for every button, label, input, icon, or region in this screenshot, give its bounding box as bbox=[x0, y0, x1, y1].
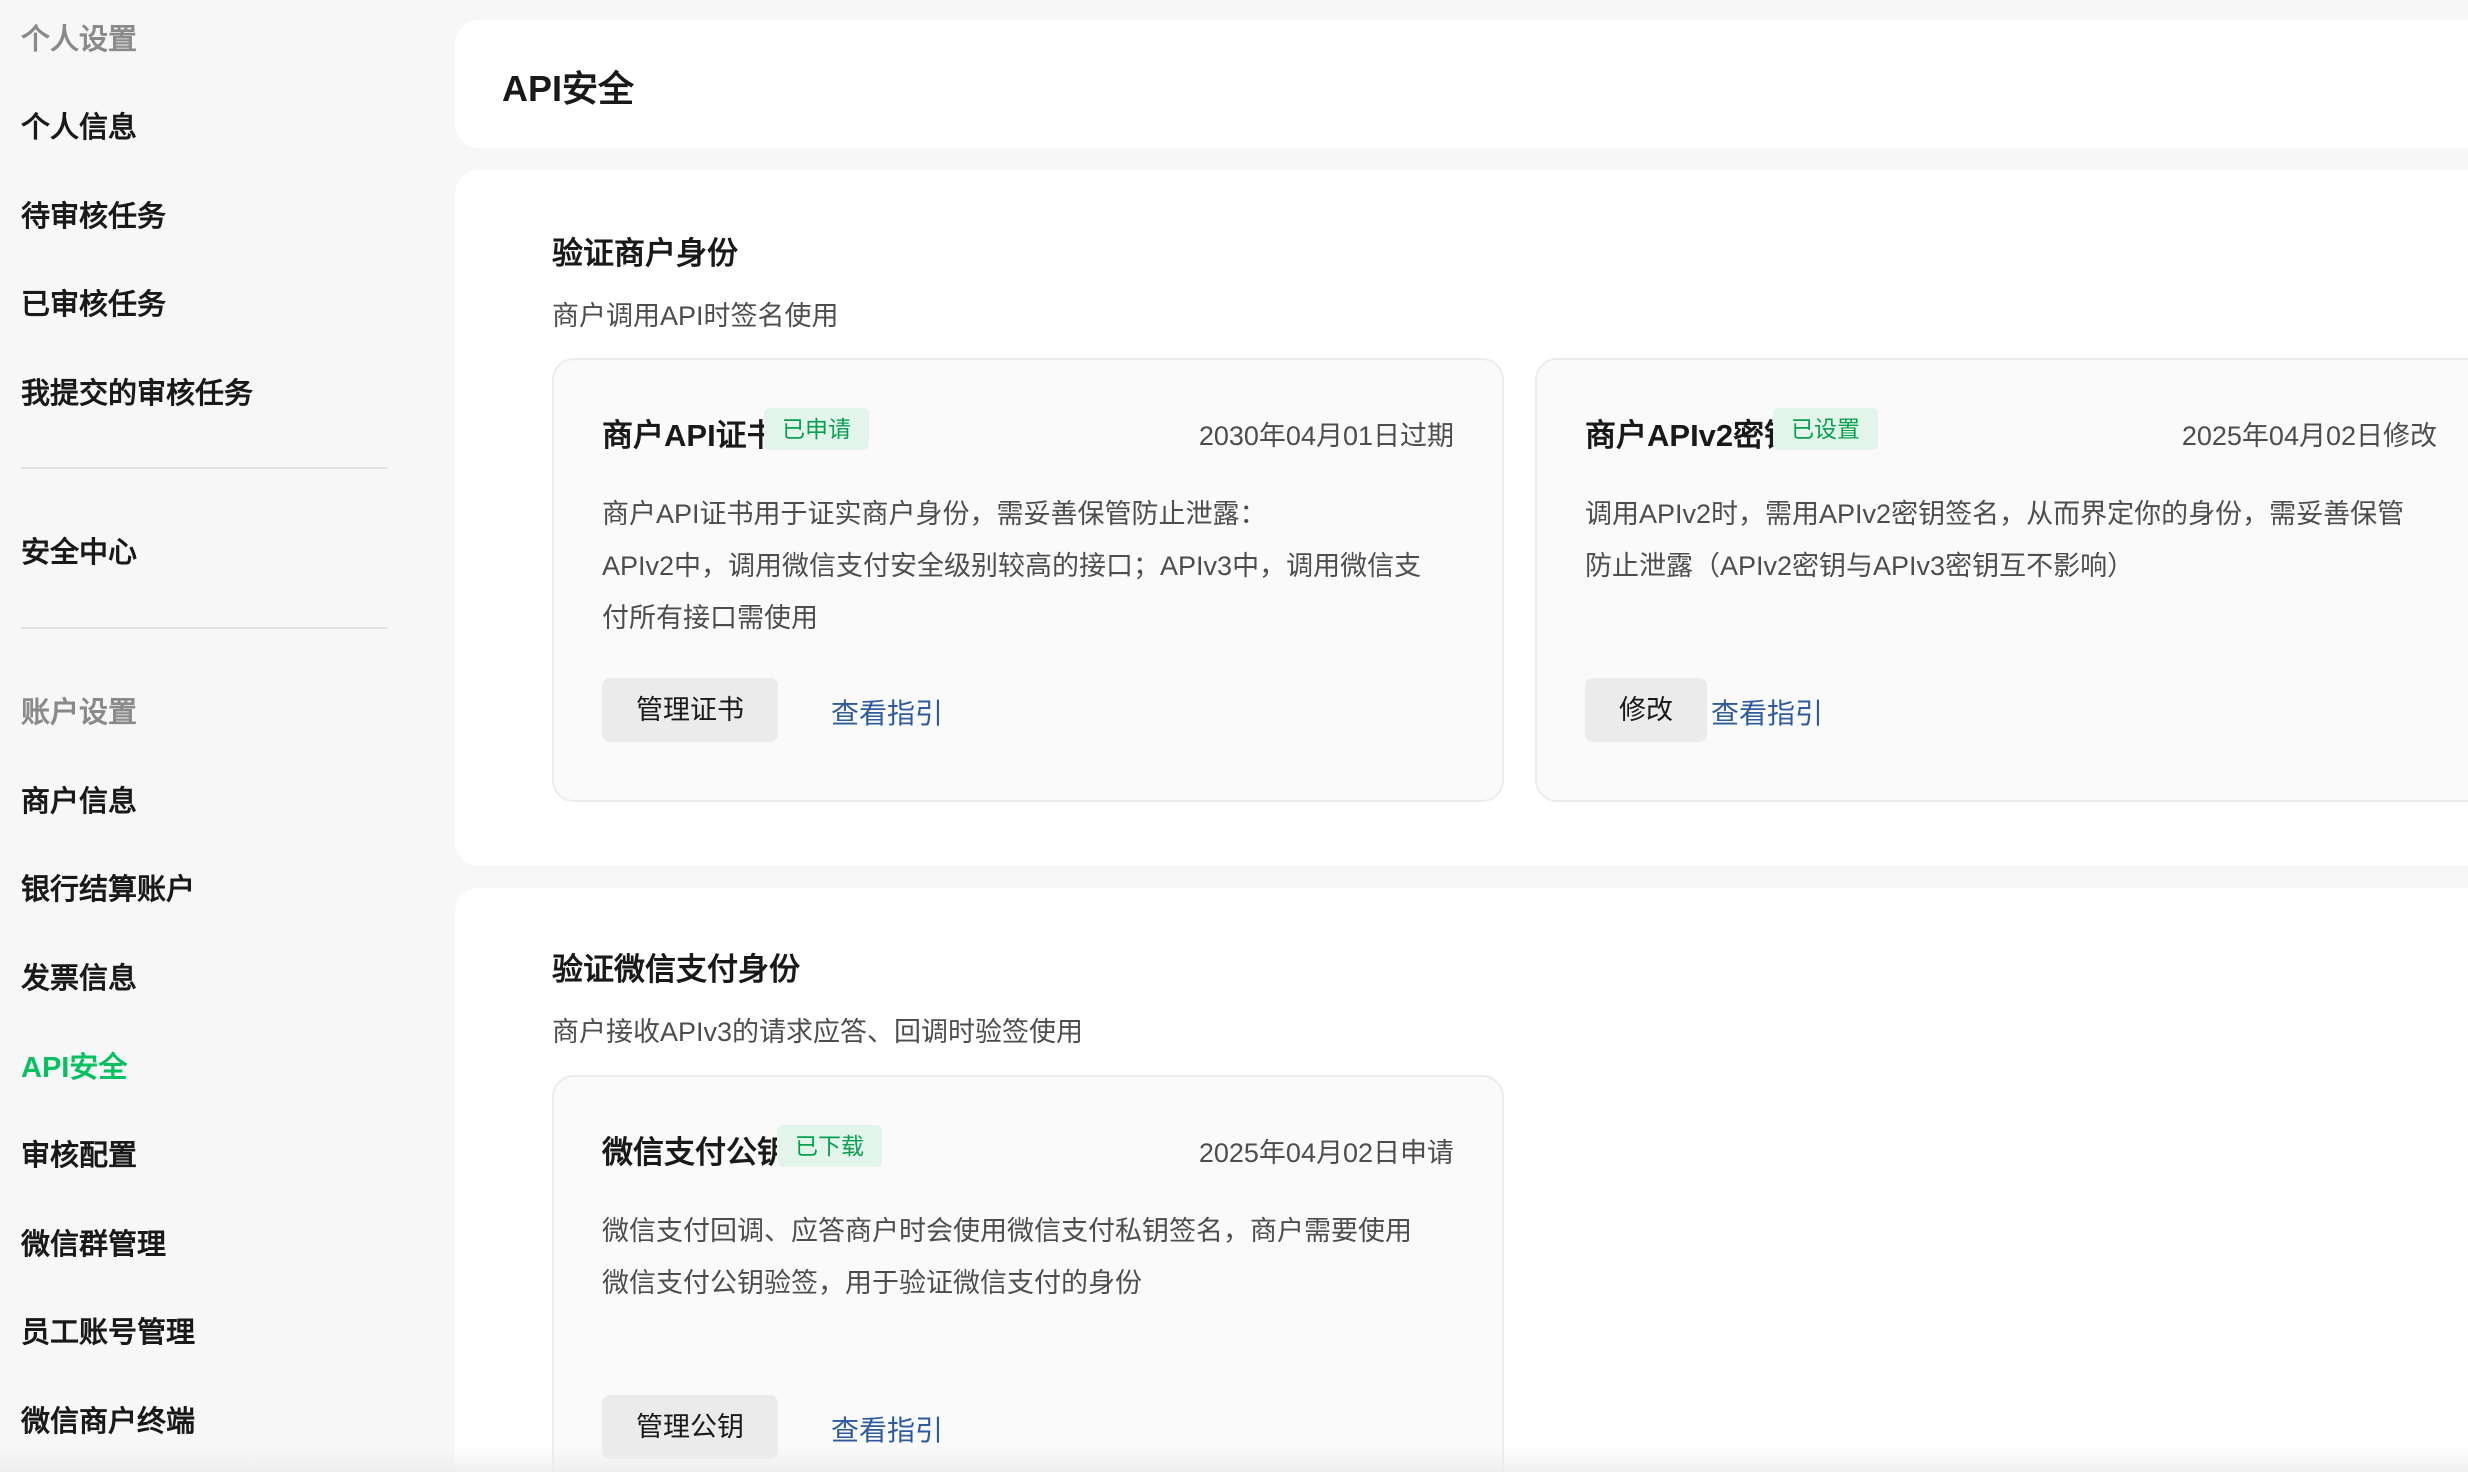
sidebar-item-bank-account[interactable]: 银行结算账户 bbox=[21, 866, 195, 908]
status-badge: 已设置 bbox=[1773, 408, 1878, 450]
wechatpay-pubkey-card: 微信支付公钥 已下载 2025年04月02日申请 微信支付回调、应答商户时会使用… bbox=[552, 1075, 1504, 1472]
sidebar-item-pending-tasks[interactable]: 待审核任务 bbox=[21, 193, 166, 235]
view-guide-link[interactable]: 查看指引 bbox=[1711, 692, 1823, 732]
view-guide-link[interactable]: 查看指引 bbox=[831, 692, 943, 732]
sidebar-item-personal-info[interactable]: 个人信息 bbox=[21, 104, 137, 146]
sidebar-item-invoice-info[interactable]: 发票信息 bbox=[21, 955, 137, 997]
card-description: 微信支付回调、应答商户时会使用微信支付私钥签名，商户需要使用 微信支付公钥验签，… bbox=[602, 1205, 1412, 1309]
section-wechatpay-identity: 验证微信支付身份 商户接收APIv3的请求应答、回调时验签使用 微信支付公钥 已… bbox=[455, 888, 2468, 1472]
section-merchant-identity: 验证商户身份 商户调用API时签名使用 商户API证书 已申请 2030年04月… bbox=[455, 170, 2468, 866]
sidebar: 个人设置 个人信息 待审核任务 已审核任务 我提交的审核任务 安全中心 账户设置… bbox=[0, 0, 410, 1472]
page: 个人设置 个人信息 待审核任务 已审核任务 我提交的审核任务 安全中心 账户设置… bbox=[0, 0, 2468, 1472]
section-title: 验证商户身份 bbox=[552, 236, 738, 271]
card-title: 微信支付公钥 bbox=[602, 1135, 788, 1170]
sidebar-item-merchant-info[interactable]: 商户信息 bbox=[21, 778, 137, 820]
card-title: 商户APIv2密钥 bbox=[1585, 418, 1796, 453]
sidebar-item-security-center[interactable]: 安全中心 bbox=[21, 529, 137, 571]
sidebar-item-submitted-tasks[interactable]: 我提交的审核任务 bbox=[21, 370, 253, 412]
sidebar-item-api-security[interactable]: API安全 bbox=[21, 1044, 127, 1086]
sidebar-item-wechat-group[interactable]: 微信群管理 bbox=[21, 1221, 166, 1263]
description-line: 调用APIv2时，需用APIv2密钥签名，从而界定你的身份，需妥善保管 bbox=[1585, 499, 2405, 529]
description-line: 付所有接口需使用 bbox=[602, 603, 818, 633]
modify-key-button[interactable]: 修改 bbox=[1585, 678, 1707, 742]
apiv2-key-card: 商户APIv2密钥 已设置 2025年04月02日修改 调用APIv2时，需用A… bbox=[1535, 358, 2468, 802]
bottom-fade bbox=[0, 1446, 2468, 1472]
view-guide-link[interactable]: 查看指引 bbox=[831, 1409, 943, 1449]
sidebar-group-personal: 个人设置 bbox=[21, 24, 138, 56]
section-title: 验证微信支付身份 bbox=[552, 952, 800, 987]
sidebar-divider bbox=[21, 627, 388, 629]
api-cert-card: 商户API证书 已申请 2030年04月01日过期 商户API证书用于证实商户身… bbox=[552, 358, 1504, 802]
main-content: API安全 验证商户身份 商户调用API时签名使用 商户API证书 已申请 20… bbox=[455, 0, 2468, 1472]
description-line: 防止泄露（APIv2密钥与APIv3密钥互不影响） bbox=[1585, 551, 2135, 581]
section-description: 商户调用API时签名使用 bbox=[552, 301, 839, 331]
card-description: 商户API证书用于证实商户身份，需妥善保管防止泄露： APIv2中，调用微信支付… bbox=[602, 488, 1421, 644]
description-line: 微信支付公钥验签，用于验证微信支付的身份 bbox=[602, 1268, 1142, 1298]
expiry-date: 2030年04月01日过期 bbox=[1198, 421, 1454, 451]
page-title: API安全 bbox=[502, 68, 635, 109]
section-description: 商户接收APIv3的请求应答、回调时验签使用 bbox=[552, 1017, 1084, 1047]
description-line: 商户API证书用于证实商户身份，需妥善保管防止泄露： bbox=[602, 499, 1267, 529]
sidebar-divider bbox=[21, 467, 388, 469]
sidebar-item-review-config[interactable]: 审核配置 bbox=[21, 1132, 137, 1174]
status-badge: 已下载 bbox=[777, 1125, 882, 1167]
page-header: API安全 bbox=[455, 20, 2468, 148]
apply-date: 2025年04月02日申请 bbox=[1198, 1138, 1454, 1168]
manage-cert-button[interactable]: 管理证书 bbox=[602, 678, 778, 742]
sidebar-item-reviewed-tasks[interactable]: 已审核任务 bbox=[21, 281, 166, 323]
description-line: APIv2中，调用微信支付安全级别较高的接口；APIv3中，调用微信支 bbox=[602, 551, 1422, 581]
status-badge: 已申请 bbox=[764, 408, 869, 450]
sidebar-item-staff-accounts[interactable]: 员工账号管理 bbox=[21, 1309, 195, 1351]
description-line: 微信支付回调、应答商户时会使用微信支付私钥签名，商户需要使用 bbox=[602, 1216, 1412, 1246]
modified-date: 2025年04月02日修改 bbox=[2181, 421, 2437, 451]
sidebar-group-account: 账户设置 bbox=[21, 697, 138, 729]
card-description: 调用APIv2时，需用APIv2密钥签名，从而界定你的身份，需妥善保管 防止泄露… bbox=[1585, 488, 2404, 592]
sidebar-item-merchant-terminal[interactable]: 微信商户终端 bbox=[21, 1398, 195, 1440]
card-title: 商户API证书 bbox=[602, 418, 778, 453]
